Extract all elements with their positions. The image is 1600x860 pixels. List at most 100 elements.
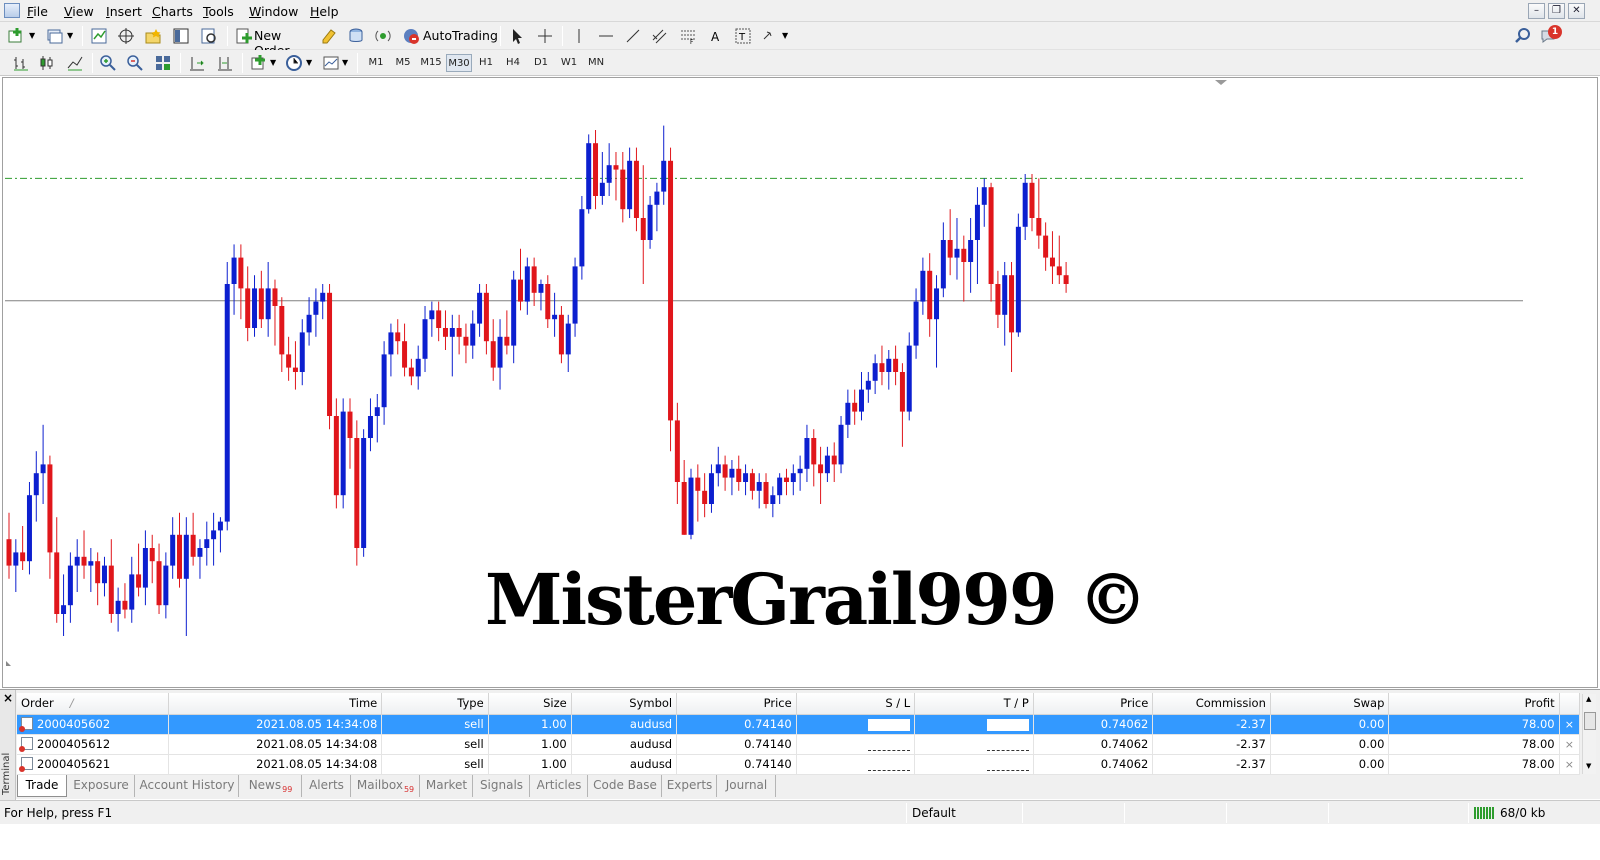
- scroll-down-icon[interactable]: ▼: [1586, 762, 1591, 770]
- menu-help[interactable]: Help: [310, 4, 339, 19]
- trendline-icon[interactable]: [624, 27, 642, 45]
- tab-alerts[interactable]: Alerts: [303, 775, 351, 797]
- profiles-icon[interactable]: [46, 27, 64, 45]
- column-header-current-price[interactable]: Price: [1033, 693, 1154, 715]
- terminal-scrollbar[interactable]: ▲ ▼: [1582, 694, 1596, 774]
- zoom-in-icon[interactable]: [99, 54, 117, 72]
- autotrading-button[interactable]: AutoTrading: [400, 24, 498, 48]
- arrows-icon[interactable]: [762, 27, 780, 45]
- tab-mailbox[interactable]: Mailbox59: [352, 775, 420, 797]
- menu-file[interactable]: File: [27, 4, 48, 19]
- terminal-icon[interactable]: [172, 27, 190, 45]
- close-order-icon[interactable]: ×: [1559, 714, 1581, 735]
- tile-windows-icon[interactable]: [154, 54, 172, 72]
- table-row[interactable]: 2000405612 2021.08.05 14:34:08 sell 1.00…: [17, 734, 1581, 755]
- column-header-size[interactable]: Size: [488, 693, 572, 715]
- column-header-sl[interactable]: S / L: [796, 693, 916, 715]
- tab-account-history[interactable]: Account History: [136, 775, 239, 797]
- horizontal-line-icon[interactable]: [597, 27, 615, 45]
- tab-signals[interactable]: Signals: [474, 775, 530, 797]
- sl-cell[interactable]: [796, 754, 916, 775]
- timeframe-mn[interactable]: MN: [584, 54, 608, 72]
- tp-cell[interactable]: [914, 714, 1034, 735]
- strategy-tester-icon[interactable]: [200, 27, 218, 45]
- chart-shift-icon[interactable]: [188, 54, 206, 72]
- notifications-button[interactable]: 1: [1540, 25, 1564, 47]
- timeframe-m5[interactable]: M5: [391, 54, 415, 72]
- tab-journal[interactable]: Journal: [718, 775, 776, 797]
- timeframe-d1[interactable]: D1: [529, 54, 553, 72]
- metaeditor-icon[interactable]: [320, 27, 338, 45]
- column-header-profit[interactable]: Profit: [1388, 693, 1560, 715]
- column-header-commission[interactable]: Commission: [1152, 693, 1271, 715]
- menu-view[interactable]: View: [64, 4, 94, 19]
- restore-button[interactable]: ❐: [1548, 3, 1565, 19]
- close-button[interactable]: ✕: [1568, 3, 1585, 19]
- chevron-down-icon[interactable]: ▼: [306, 58, 312, 67]
- table-row[interactable]: 2000405621 2021.08.05 14:34:08 sell 1.00…: [17, 754, 1581, 775]
- close-order-icon[interactable]: ×: [1559, 734, 1581, 755]
- line-chart-icon[interactable]: [66, 54, 84, 72]
- tab-code-base[interactable]: Code Base: [589, 775, 662, 797]
- auto-scroll-icon[interactable]: [216, 54, 234, 72]
- timeframe-m1[interactable]: M1: [364, 54, 388, 72]
- price-chart[interactable]: MisterGrail999 ©: [2, 77, 1598, 688]
- sl-cell[interactable]: [796, 734, 916, 755]
- minimize-button[interactable]: –: [1528, 3, 1545, 19]
- tab-exposure[interactable]: Exposure: [68, 775, 135, 797]
- tab-market[interactable]: Market: [421, 775, 473, 797]
- crosshair-icon[interactable]: [536, 27, 554, 45]
- chevron-down-icon[interactable]: ▼: [270, 58, 276, 67]
- column-header-swap[interactable]: Swap: [1270, 693, 1390, 715]
- chevron-down-icon[interactable]: ▼: [342, 58, 348, 67]
- timeframe-m30[interactable]: M30: [446, 54, 472, 72]
- column-header-time[interactable]: Time: [168, 693, 383, 715]
- timeframe-h4[interactable]: H4: [501, 54, 525, 72]
- cursor-icon[interactable]: [508, 27, 526, 45]
- tab-news[interactable]: News99: [240, 775, 302, 797]
- menu-insert[interactable]: Insert: [106, 4, 142, 19]
- menu-window[interactable]: Window: [249, 4, 298, 19]
- column-header-symbol[interactable]: Symbol: [571, 693, 678, 715]
- tp-cell[interactable]: [914, 734, 1034, 755]
- scroll-up-icon[interactable]: ▲: [1586, 695, 1591, 703]
- column-header-type[interactable]: Type: [381, 693, 489, 715]
- tp-cell[interactable]: [914, 754, 1034, 775]
- fibonacci-icon[interactable]: F: [679, 27, 697, 45]
- data-window-icon[interactable]: [117, 27, 135, 45]
- new-chart-icon[interactable]: [8, 27, 26, 45]
- traffic-counter[interactable]: 68/0 kb: [1500, 801, 1545, 825]
- indicators-icon[interactable]: [250, 54, 268, 72]
- column-header-tp[interactable]: T / P: [914, 693, 1034, 715]
- text-tool-icon[interactable]: A: [707, 27, 725, 45]
- timeframe-m15[interactable]: M15: [418, 54, 444, 72]
- tab-trade[interactable]: Trade: [17, 775, 67, 797]
- menu-tools[interactable]: Tools: [203, 4, 234, 19]
- templates-icon[interactable]: [322, 54, 340, 72]
- timeframe-h1[interactable]: H1: [474, 54, 498, 72]
- signals-icon[interactable]: [374, 27, 392, 45]
- search-icon[interactable]: [1514, 27, 1532, 45]
- history-center-icon[interactable]: [347, 27, 365, 45]
- timeframe-w1[interactable]: W1: [557, 54, 581, 72]
- candlesticks-icon[interactable]: [38, 54, 56, 72]
- zoom-out-icon[interactable]: [126, 54, 144, 72]
- chevron-down-icon[interactable]: ▼: [29, 31, 35, 40]
- sl-cell[interactable]: [796, 714, 916, 735]
- chevron-down-icon[interactable]: ▼: [782, 31, 788, 40]
- bar-chart-icon[interactable]: [12, 54, 30, 72]
- column-header-price[interactable]: Price: [676, 693, 797, 715]
- chevron-down-icon[interactable]: ▼: [67, 31, 73, 40]
- market-watch-icon[interactable]: [90, 27, 108, 45]
- navigator-icon[interactable]: [144, 27, 162, 45]
- vertical-line-icon[interactable]: [570, 27, 588, 45]
- app-icon[interactable]: [4, 3, 20, 18]
- close-icon[interactable]: ×: [3, 691, 13, 705]
- column-header-order[interactable]: Order /: [17, 693, 170, 715]
- tab-experts[interactable]: Experts: [663, 775, 717, 797]
- scrollbar-thumb[interactable]: [1584, 712, 1596, 730]
- menu-charts[interactable]: Charts: [152, 4, 193, 19]
- equidistant-channel-icon[interactable]: [651, 27, 669, 45]
- table-row[interactable]: 2000405602 2021.08.05 14:34:08 sell 1.00…: [17, 714, 1581, 735]
- new-order-button[interactable]: New Order: [233, 24, 313, 58]
